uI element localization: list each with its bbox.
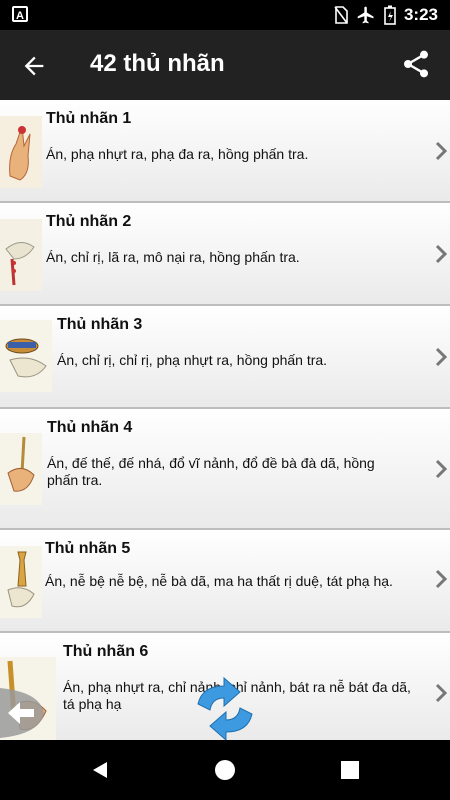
item-title: Thủ nhãn 3	[57, 316, 143, 333]
navigation-bar	[0, 740, 450, 800]
item-title: Thủ nhãn 6	[63, 643, 149, 660]
hand-illustration-icon	[0, 433, 42, 505]
chevron-right-icon	[435, 459, 448, 479]
item-title: Thủ nhãn 5	[45, 540, 131, 557]
hand-illustration-icon	[0, 546, 42, 618]
item-title: Thủ nhãn 4	[47, 419, 133, 436]
list-item[interactable]: Thủ nhãn 4 Án, đế thế, đế nhá, đổ vĩ nản…	[0, 409, 450, 530]
hand-illustration-icon	[0, 116, 42, 188]
refresh-icon[interactable]	[190, 676, 260, 742]
list-item[interactable]: Thủ nhãn 3 Án, chỉ rị, chỉ rị, phạ nhựt …	[0, 306, 450, 409]
share-icon[interactable]	[400, 48, 432, 80]
nav-back-icon[interactable]	[90, 760, 110, 780]
status-bar: A 3:23	[0, 0, 450, 30]
page-title: 42 thủ nhãn	[90, 50, 225, 77]
item-description: Án, đế thế, đế nhá, đổ vĩ nảnh, đổ đề bà…	[47, 455, 375, 488]
chevron-right-icon	[435, 347, 448, 367]
hand-illustration-icon	[0, 219, 42, 291]
battery-icon	[384, 5, 396, 25]
item-description: Án, chỉ rị, chỉ rị, phạ nhựt ra, hồng ph…	[57, 352, 328, 368]
mantra-list: Thủ nhãn 1 Án, phạ nhựt ra, phạ đa ra, h…	[0, 100, 450, 740]
notification-icon: A	[12, 6, 28, 22]
status-right: 3:23	[334, 5, 438, 25]
item-description: Án, phạ nhựt ra, phạ đa ra, hồng phấn tr…	[46, 146, 309, 162]
list-item[interactable]: Thủ nhãn 2 Án, chỉ rị, lã ra, mô nại ra,…	[0, 203, 450, 306]
app-bar: 42 thủ nhãn	[0, 30, 450, 100]
chevron-right-icon	[435, 683, 448, 703]
hand-illustration-icon	[0, 320, 52, 392]
nav-recents-icon[interactable]	[341, 761, 359, 779]
nav-home-icon[interactable]	[214, 759, 236, 781]
no-sim-icon	[334, 6, 348, 24]
chevron-right-icon	[435, 569, 448, 589]
list-item[interactable]: Thủ nhãn 5 Án, nễ bệ nễ bệ, nễ bà dã, ma…	[0, 530, 450, 633]
item-description: Án, chỉ rị, lã ra, mô nại ra, hồng phấn …	[46, 249, 300, 265]
previous-arrow-icon[interactable]	[0, 688, 44, 738]
back-arrow-icon[interactable]	[20, 52, 48, 80]
airplane-icon	[357, 6, 374, 24]
item-title: Thủ nhãn 1	[46, 110, 132, 127]
item-title: Thủ nhãn 2	[46, 213, 132, 230]
list-item[interactable]: Thủ nhãn 1 Án, phạ nhựt ra, phạ đa ra, h…	[0, 100, 450, 203]
item-description: Án, nễ bệ nễ bệ, nễ bà dã, ma ha thất rị…	[45, 573, 393, 589]
status-time: 3:23	[403, 5, 438, 24]
chevron-right-icon	[435, 141, 448, 161]
chevron-right-icon	[435, 244, 448, 264]
